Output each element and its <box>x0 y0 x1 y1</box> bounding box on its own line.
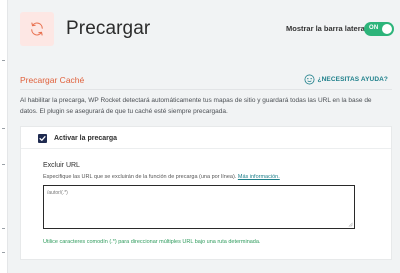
preload-card: Activar la precarga Excluir URL Especifi… <box>20 126 392 260</box>
exclude-urls-description-text: Especifique las URL que se excluirán de … <box>43 174 237 180</box>
section-title: Precargar Caché <box>20 75 85 85</box>
refresh-icon <box>31 22 43 36</box>
rail-marker <box>2 164 5 165</box>
exclude-urls-title: Excluir URL <box>43 162 80 169</box>
left-rail <box>0 0 8 273</box>
preload-checkbox-label[interactable]: Activar la precarga <box>54 135 117 142</box>
sidebar-toggle[interactable]: ON <box>364 22 394 36</box>
exclude-urls-textarea[interactable]: /autor/(.*) <box>43 185 355 229</box>
settings-page: Precargar Mostrar la barra lateral ON Pr… <box>8 0 400 273</box>
section-header: Precargar Caché ¿NECESITAS AYUDA? <box>20 72 392 90</box>
help-face-icon <box>304 74 315 85</box>
section-intro: Al habilitar la precarga, WP Rocket dete… <box>20 97 372 115</box>
resize-grip-icon[interactable] <box>348 222 353 227</box>
rail-marker <box>2 252 5 253</box>
rail-marker <box>2 228 5 229</box>
toggle-state-text: ON <box>369 25 379 31</box>
page-title: Precargar <box>66 18 151 39</box>
help-link[interactable]: ¿NECESITAS AYUDA? <box>304 74 388 85</box>
page-header: Precargar Mostrar la barra lateral ON <box>8 0 400 58</box>
preload-checkbox[interactable] <box>38 134 47 143</box>
help-link-label: ¿NECESITAS AYUDA? <box>317 76 388 83</box>
section-logo <box>20 12 54 46</box>
checkmark-icon <box>39 136 46 141</box>
rail-marker <box>2 128 5 129</box>
textarea-placeholder: /autor/(.*) <box>47 190 68 196</box>
exclude-urls-description: Especifique las URL que se excluirán de … <box>43 174 280 180</box>
exclude-urls-help: Utilice caracteres comodín (.*) para dir… <box>43 239 261 245</box>
rail-marker <box>2 60 5 61</box>
toggle-knob <box>382 24 392 34</box>
sidebar-toggle-label: Mostrar la barra lateral <box>286 24 367 33</box>
more-info-link[interactable]: Más información. <box>238 174 280 180</box>
exclude-urls-field: Excluir URL Especifique las URL que se e… <box>43 152 363 252</box>
card-divider <box>21 148 391 149</box>
